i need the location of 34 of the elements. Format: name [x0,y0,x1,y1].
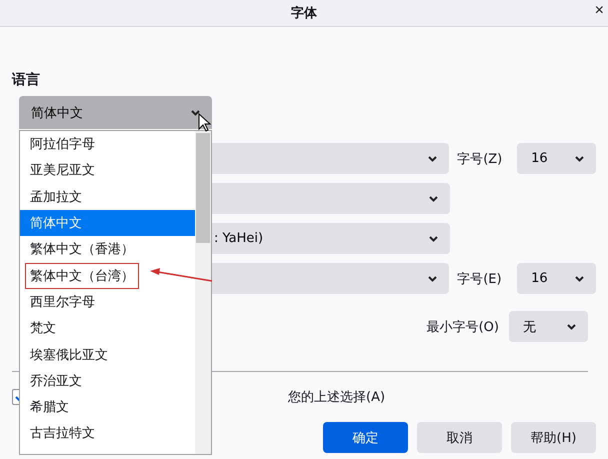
dropdown-item[interactable]: 乔治亚文 [20,368,195,394]
dropdown-item[interactable]: 埃塞俄比亚文 [20,341,195,368]
size-label: 字号(Z) [457,150,504,168]
dialog-button[interactable]: 取消 [417,422,502,453]
chevron-down-icon [428,156,438,162]
size-select[interactable]: 16 [517,263,596,294]
close-button[interactable]: × [590,2,608,20]
dialog-button[interactable]: 确定 [323,422,408,453]
dropdown-item[interactable]: 古吉拉特文 [20,420,195,447]
size-select[interactable]: 16 [517,143,596,174]
section-title: 语言 [12,71,41,90]
language-select[interactable]: 简体中文 [19,96,212,129]
chevron-down-icon [429,236,438,242]
dropdown-item[interactable]: 西里尔字母 [20,288,195,316]
scrollbar[interactable] [195,131,211,454]
chevron-down-icon [574,276,584,282]
chevron-down-icon [429,196,438,202]
checkbox-label: 您的上述选择(A) [288,389,386,406]
chevron-down-icon [191,110,200,116]
dropdown-item[interactable]: 阿拉伯字母 [20,131,195,158]
chevron-down-icon [567,324,576,330]
dropdown-item[interactable]: 简体中文 [20,210,195,236]
window-title: 字体 [291,4,317,22]
dropdown-item[interactable]: 梵文 [20,315,195,342]
dropdown-item[interactable]: 孟加拉文 [20,184,195,210]
chevron-down-icon [574,156,584,162]
dialog-button[interactable]: 帮助(H) [511,422,596,453]
dropdown-item[interactable]: 希腊文 [20,394,195,420]
annotation-arrow [148,266,214,284]
chevron-down-icon [428,276,438,282]
dropdown-item[interactable]: 亚美尼亚文 [20,157,195,184]
size-label: 字号(E) [457,270,503,288]
min-size-select[interactable]: 无 [509,311,588,342]
min-size-label: 最小字号(O) [426,318,499,336]
